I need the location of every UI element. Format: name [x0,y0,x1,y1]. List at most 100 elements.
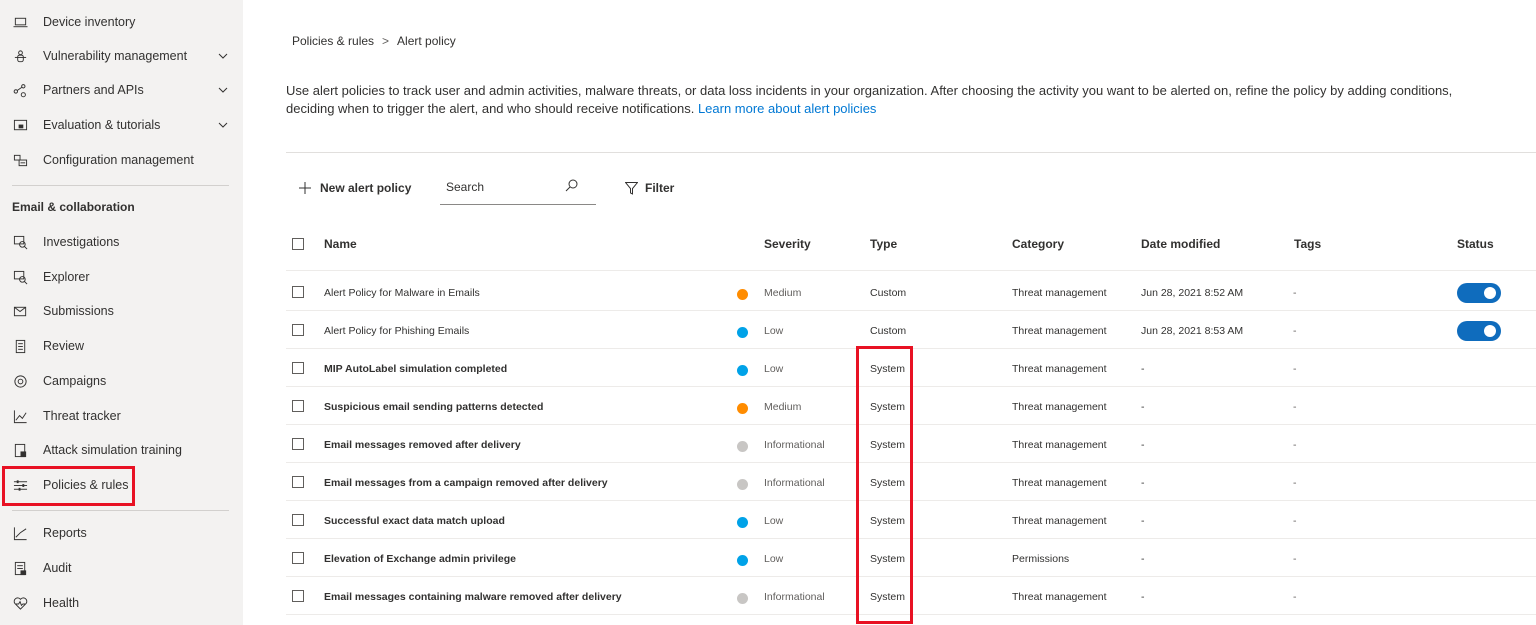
severity-value: Informational [764,477,825,489]
sidebar-item-label: Device inventory [43,15,136,29]
policy-name[interactable]: Elevation of Exchange admin privilege [324,540,516,578]
category-value: Threat management [1012,591,1107,603]
tags-value: - [1293,553,1297,565]
select-all-checkbox[interactable] [292,238,304,250]
tags-value: - [1293,515,1297,527]
search-icon[interactable] [565,178,579,192]
learn-more-link[interactable]: Learn more about alert policies [698,101,877,116]
review-icon [12,338,28,354]
policy-name[interactable]: Successful exact data match upload [324,502,505,540]
date-modified-value: Jun 28, 2021 8:52 AM [1141,287,1244,299]
column-header-name[interactable]: Name [324,237,357,251]
table-row[interactable]: Alert Policy for Malware in Emails Medium… [286,274,1536,312]
filter-icon [625,181,638,195]
sidebar-item-configuration-management[interactable]: Configuration management [0,145,243,175]
sidebar-item-label: Partners and APIs [43,83,144,97]
sidebar-item-campaigns[interactable]: Campaigns [0,366,243,396]
sidebar-item-label: Threat tracker [43,409,121,423]
search-box[interactable] [440,174,596,205]
date-modified-value: - [1141,553,1145,565]
policy-name[interactable]: Alert Policy for Phishing Emails [324,312,469,350]
audit-icon [12,560,28,576]
toggle-knob [1484,287,1496,299]
severity-indicator-icon [737,479,748,490]
column-header-date-modified[interactable]: Date modified [1141,237,1220,251]
sidebar-item-reports[interactable]: Reports [0,518,243,548]
explorer-icon [12,269,28,285]
new-alert-policy-button[interactable]: New alert policy [298,176,411,200]
chevron-down-icon[interactable] [217,50,229,62]
row-checkbox[interactable] [292,552,304,564]
severity-value: Low [764,363,784,375]
sidebar-item-submissions[interactable]: Submissions [0,296,243,326]
tags-value: - [1293,477,1297,489]
policy-name[interactable]: Suspicious email sending patterns detect… [324,388,543,426]
policy-name[interactable]: Alert Policy for Malware in Emails [324,274,480,312]
column-header-tags[interactable]: Tags [1294,237,1321,251]
partners-icon [12,82,28,98]
chevron-down-icon[interactable] [217,84,229,96]
tags-value: - [1293,287,1297,299]
tags-value: - [1293,439,1297,451]
row-checkbox[interactable] [292,362,304,374]
shield-bug-icon [12,48,28,64]
sidebar-item-health[interactable]: Health [0,588,243,618]
tags-value: - [1293,591,1297,603]
row-checkbox[interactable] [292,286,304,298]
filter-button[interactable]: Filter [625,176,674,200]
row-checkbox[interactable] [292,476,304,488]
chevron-down-icon[interactable] [217,119,229,131]
sidebar-item-label: Health [43,596,80,610]
row-checkbox[interactable] [292,400,304,412]
search-input[interactable] [446,180,566,194]
config-icon [12,152,28,168]
sidebar-item-label: Configuration management [43,153,194,167]
sidebar-item-review[interactable]: Review [0,331,243,361]
category-value: Threat management [1012,325,1107,337]
header-divider [286,270,1536,271]
severity-indicator-icon [737,555,748,566]
column-header-severity[interactable]: Severity [764,237,811,251]
policy-name[interactable]: Email messages removed after delivery [324,426,521,464]
sidebar-item-label: Review [43,339,84,353]
severity-indicator-icon [737,365,748,376]
severity-indicator-icon [737,441,748,452]
sidebar-item-label: Attack simulation training [43,443,182,457]
sidebar-item-device-inventory[interactable]: Device inventory [0,7,243,37]
type-value: Custom [870,287,907,299]
sidebar-item-vulnerability-management[interactable]: Vulnerability management [0,41,243,71]
sidebar-item-audit[interactable]: Audit [0,553,243,583]
row-checkbox[interactable] [292,590,304,602]
date-modified-value: Jun 28, 2021 8:53 AM [1141,325,1244,337]
severity-indicator-icon [737,327,748,338]
severity-indicator-icon [737,289,748,300]
policy-name[interactable]: Email messages from a campaign removed a… [324,464,608,502]
severity-value: Medium [764,401,802,413]
status-toggle[interactable] [1457,321,1501,341]
column-header-category[interactable]: Category [1012,237,1064,251]
severity-value: Informational [764,591,825,603]
sidebar-item-partners-apis[interactable]: Partners and APIs [0,75,243,105]
page-description: Use alert policies to track user and adm… [286,82,1536,118]
table-row[interactable]: Alert Policy for Phishing Emails Low Custo… [286,312,1536,350]
column-header-type[interactable]: Type [870,237,897,251]
evaluation-icon [12,117,28,133]
column-header-status[interactable]: Status [1457,237,1494,251]
sidebar-divider [12,185,229,186]
sidebar-item-evaluation-tutorials[interactable]: Evaluation & tutorials [0,110,243,140]
breadcrumb-parent-link[interactable]: Policies & rules [292,34,374,48]
plus-icon [299,182,311,194]
date-modified-value: - [1141,515,1145,527]
policy-name[interactable]: Email messages containing malware remove… [324,578,622,616]
sidebar-item-threat-tracker[interactable]: Threat tracker [0,401,243,431]
policy-name[interactable]: MIP AutoLabel simulation completed [324,350,507,388]
row-checkbox[interactable] [292,514,304,526]
status-toggle[interactable] [1457,283,1501,303]
row-checkbox[interactable] [292,324,304,336]
row-checkbox[interactable] [292,438,304,450]
sidebar-item-attack-simulation-training[interactable]: Attack simulation training [0,435,243,465]
sidebar-item-label: Submissions [43,304,114,318]
highlight-box-policies [2,466,135,506]
sidebar-item-explorer[interactable]: Explorer [0,262,243,292]
sidebar-item-investigations[interactable]: Investigations [0,227,243,257]
